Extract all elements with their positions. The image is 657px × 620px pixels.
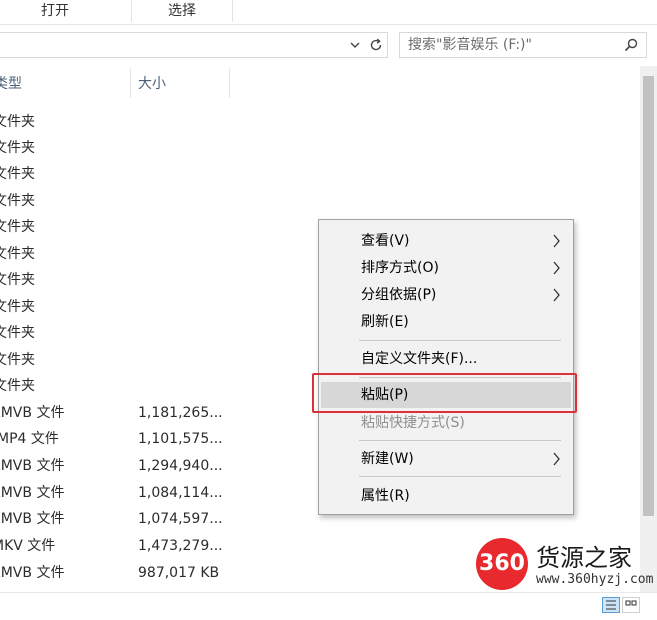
watermark-logo: 360 bbox=[476, 538, 528, 590]
chevron-down-icon[interactable] bbox=[345, 33, 365, 57]
file-type: 文件夹 bbox=[0, 166, 35, 182]
file-row[interactable]: 文件夹 bbox=[0, 109, 600, 135]
file-type: 文件夹 bbox=[0, 352, 35, 368]
menu-item-label: 查看(V) bbox=[361, 233, 410, 249]
menu-item-sort-by[interactable]: 排序方式(O) bbox=[321, 255, 571, 281]
file-type: RMVB 文件 bbox=[0, 458, 65, 474]
file-type: 文件夹 bbox=[0, 114, 35, 130]
menu-item-label: 粘贴快捷方式(S) bbox=[361, 415, 465, 431]
refresh-icon[interactable] bbox=[366, 33, 386, 57]
file-size: 1,181,265... bbox=[138, 405, 223, 421]
highlight-annotation-box bbox=[312, 373, 577, 413]
ribbon-select-button[interactable]: 选择 bbox=[132, 0, 232, 22]
file-type: 文件夹 bbox=[0, 378, 35, 394]
menu-separator bbox=[359, 476, 561, 477]
file-type: RMVB 文件 bbox=[0, 485, 65, 501]
ribbon: 打开 选择 bbox=[0, 0, 657, 25]
file-type: 文件夹 bbox=[0, 272, 35, 288]
file-size: 1,473,279... bbox=[138, 538, 223, 554]
menu-item-customize-folder[interactable]: 自定义文件夹(F)... bbox=[321, 346, 571, 372]
menu-item-label: 自定义文件夹(F)... bbox=[361, 351, 478, 367]
file-size: 1,074,597... bbox=[138, 511, 223, 527]
chevron-right-icon bbox=[553, 261, 560, 275]
file-type: RMVB 文件 bbox=[0, 565, 65, 581]
column-header-type[interactable]: 类型 bbox=[0, 70, 124, 98]
menu-item-new[interactable]: 新建(W) bbox=[321, 446, 571, 472]
menu-item-label: 属性(R) bbox=[361, 488, 410, 504]
search-icon[interactable] bbox=[624, 38, 638, 52]
ribbon-open-button[interactable]: 打开 bbox=[0, 0, 110, 22]
file-type: RMVB 文件 bbox=[0, 511, 65, 527]
file-type: 文件夹 bbox=[0, 193, 35, 209]
file-size: 987,017 KB bbox=[138, 565, 220, 581]
column-divider[interactable] bbox=[130, 68, 131, 98]
menu-item-group-by[interactable]: 分组依据(P) bbox=[321, 282, 571, 308]
file-type: MP4 文件 bbox=[0, 431, 59, 447]
column-divider[interactable] bbox=[229, 68, 230, 98]
large-icons-view-icon[interactable] bbox=[622, 597, 640, 613]
file-row[interactable]: 文件夹 bbox=[0, 135, 600, 161]
menu-item-label: 新建(W) bbox=[361, 451, 414, 467]
chevron-right-icon bbox=[553, 452, 560, 466]
file-size: 1,294,940... bbox=[138, 458, 223, 474]
menu-separator bbox=[359, 440, 561, 441]
search-placeholder: 搜索"影音娱乐 (F:)" bbox=[408, 37, 532, 53]
file-type: 文件夹 bbox=[0, 219, 35, 235]
search-input[interactable]: 搜索"影音娱乐 (F:)" bbox=[399, 32, 647, 58]
menu-item-paste-shortcut: 粘贴快捷方式(S) bbox=[321, 410, 571, 436]
status-bar bbox=[0, 592, 657, 620]
file-type: MKV 文件 bbox=[0, 538, 56, 554]
watermark-url: www.360hyzj.com bbox=[536, 572, 654, 587]
file-size: 1,084,114... bbox=[138, 485, 223, 501]
menu-item-properties[interactable]: 属性(R) bbox=[321, 483, 571, 509]
menu-item-label: 分组依据(P) bbox=[361, 287, 437, 303]
watermark-name: 货源之家 bbox=[536, 544, 632, 572]
watermark-logo-text: 360 bbox=[479, 551, 525, 576]
menu-item-label: 刷新(E) bbox=[361, 314, 409, 330]
address-bar[interactable] bbox=[0, 32, 388, 58]
details-view-icon[interactable] bbox=[602, 597, 620, 613]
vertical-scrollbar[interactable] bbox=[640, 66, 657, 592]
ribbon-divider bbox=[232, 0, 233, 22]
menu-item-view[interactable]: 查看(V) bbox=[321, 228, 571, 254]
watermark: 360 货源之家 www.360hyzj.com bbox=[470, 532, 657, 596]
file-type: 文件夹 bbox=[0, 246, 35, 262]
file-size: 1,101,575... bbox=[138, 431, 223, 447]
chevron-right-icon bbox=[553, 288, 560, 302]
column-header-size[interactable]: 大小 bbox=[138, 70, 228, 98]
menu-item-label: 排序方式(O) bbox=[361, 260, 439, 276]
context-menu: 查看(V) 排序方式(O) 分组依据(P) 刷新(E) 自定义文件夹(F)...… bbox=[318, 219, 574, 515]
file-type: 文件夹 bbox=[0, 325, 35, 341]
file-type: 文件夹 bbox=[0, 140, 35, 156]
chevron-right-icon bbox=[553, 234, 560, 248]
scrollbar-thumb[interactable] bbox=[643, 76, 654, 516]
file-type: 文件夹 bbox=[0, 299, 35, 315]
menu-separator bbox=[359, 340, 561, 341]
menu-item-refresh[interactable]: 刷新(E) bbox=[321, 309, 571, 335]
file-row[interactable]: 文件夹 bbox=[0, 161, 600, 187]
file-row[interactable]: 文件夹 bbox=[0, 188, 600, 214]
file-type: RMVB 文件 bbox=[0, 405, 65, 421]
